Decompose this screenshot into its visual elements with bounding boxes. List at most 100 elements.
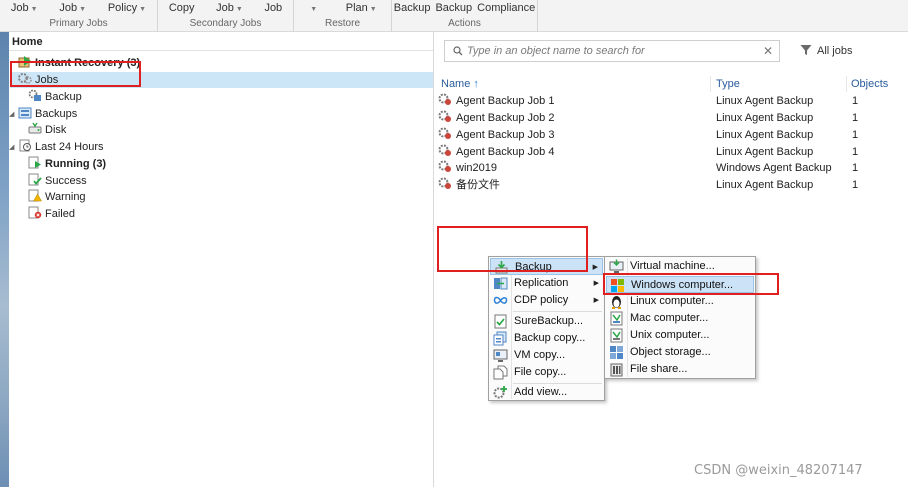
annotation-box-windows-computer — [603, 273, 779, 295]
job-type: Linux Agent Backup — [716, 146, 814, 158]
column-separator[interactable] — [710, 76, 711, 92]
mac-computer-icon — [610, 311, 623, 326]
job-objects: 1 — [852, 129, 859, 141]
menu-item-mac-computer[interactable]: Mac computer... — [606, 310, 754, 327]
menu-item-vm-copy[interactable]: VM copy... — [490, 347, 603, 364]
submenu-arrow-icon: ▶ — [593, 297, 599, 304]
menu-item-cdp-policy[interactable]: CDP policy ▶ — [490, 292, 603, 309]
submenu-arrow-icon: ▶ — [593, 280, 599, 287]
ribbon-group-primary-jobs: Job ▼ Job ▼ Policy ▼ Primary Jobs — [0, 0, 158, 32]
pane-title: Home — [12, 36, 43, 48]
tree-item-disk[interactable]: Disk — [28, 122, 66, 138]
job-objects: 1 — [852, 95, 859, 107]
job-type: Linux Agent Backup — [716, 179, 814, 191]
tree-item-backups[interactable]: Backups — [18, 106, 77, 122]
watermark: CSDN @weixin_48207147 — [694, 463, 863, 478]
job-type: Linux Agent Backup — [716, 129, 814, 141]
menu-item-backup-copy[interactable]: Backup copy... — [490, 330, 603, 347]
table-row[interactable]: Agent Backup Job 1 Linux Agent Backup 1 — [438, 93, 908, 110]
job-type: Windows Agent Backup — [716, 162, 832, 174]
surebackup-icon — [494, 314, 507, 329]
tree-item-running[interactable]: Running (3) — [28, 156, 106, 172]
menu-item-object-storage[interactable]: Object storage... — [606, 344, 754, 361]
job-name: Agent Backup Job 3 — [456, 129, 555, 141]
chevron-down-icon: ▼ — [79, 6, 87, 13]
job-objects: 1 — [852, 146, 859, 158]
job-type: Linux Agent Backup — [716, 95, 814, 107]
object-storage-icon — [610, 346, 623, 359]
tree-item-failed[interactable]: Failed — [28, 206, 75, 222]
ribbon-button-job-2[interactable]: Job ▼ — [59, 2, 86, 14]
tree-item-success[interactable]: Success — [28, 173, 87, 189]
chevron-down-icon: ▼ — [30, 6, 38, 13]
add-view-icon — [493, 386, 507, 399]
tree-item-backup[interactable]: Backup — [28, 89, 82, 105]
collapse-arrow-icon[interactable]: ◢ — [9, 110, 14, 118]
menu-item-file-share[interactable]: File share... — [606, 361, 754, 378]
last-24-hours-icon — [19, 139, 31, 152]
ribbon-button-job-3[interactable]: Job — [264, 2, 282, 14]
clear-search-icon[interactable]: ✕ — [763, 44, 773, 58]
table-row[interactable]: Agent Backup Job 2 Linux Agent Backup 1 — [438, 110, 908, 127]
menu-separator — [513, 311, 602, 312]
column-header-name[interactable]: Name ↑ — [441, 78, 479, 90]
ribbon-button-backup-2[interactable]: Backup — [435, 2, 472, 14]
menu-item-replication[interactable]: Replication ▶ — [490, 275, 603, 292]
chevron-down-icon: ▼ — [310, 6, 318, 13]
job-type: Linux Agent Backup — [716, 112, 814, 124]
annotation-box-jobs — [10, 61, 141, 87]
ribbon-button-plan[interactable]: Plan ▼ — [346, 2, 377, 14]
agent-job-icon — [438, 177, 451, 189]
ribbon-button-copy-job[interactable]: Job ▼ — [216, 2, 243, 14]
ribbon-button-job[interactable]: Job ▼ — [11, 2, 38, 14]
ribbon-group-secondary-jobs: Copy Job ▼ Job Secondary Jobs — [158, 0, 294, 32]
search-input[interactable]: Type in an object name to search for ✕ — [444, 40, 780, 62]
filter-icon — [800, 45, 812, 55]
ribbon-button-compliance[interactable]: Compliance — [477, 2, 535, 14]
menu-item-linux-computer[interactable]: Linux computer... — [606, 293, 754, 310]
search-icon — [453, 46, 463, 56]
backup-icon — [28, 89, 41, 101]
table-row[interactable]: win2019 Windows Agent Backup 1 — [438, 160, 908, 177]
backup-copy-icon — [493, 331, 507, 346]
success-icon — [28, 173, 42, 186]
column-header-type[interactable]: Type — [716, 78, 740, 90]
ribbon-group-label: Restore — [324, 18, 360, 29]
job-name: Agent Backup Job 1 — [456, 95, 555, 107]
ribbon-button-copy[interactable]: Copy — [169, 2, 195, 14]
file-copy-icon — [493, 365, 508, 380]
menu-item-surebackup[interactable]: SureBackup... — [490, 313, 603, 330]
unix-computer-icon — [610, 328, 623, 343]
menu-item-add-view[interactable]: Add view... — [490, 384, 603, 401]
table-row[interactable]: 备份文件 Linux Agent Backup 1 — [438, 177, 908, 194]
submenu-arrow-icon: ▶ — [592, 264, 598, 271]
table-row[interactable]: Agent Backup Job 4 Linux Agent Backup 1 — [438, 144, 908, 161]
divider — [9, 50, 433, 51]
ribbon-button-policy[interactable]: Policy ▼ — [108, 2, 146, 14]
tree-item-warning[interactable]: Warning — [28, 189, 86, 205]
column-header-objects[interactable]: Objects — [851, 78, 888, 90]
agent-job-icon — [438, 110, 451, 122]
job-name: 备份文件 — [456, 179, 500, 191]
menu-item-file-copy[interactable]: File copy... — [490, 364, 603, 381]
collapse-arrow-icon[interactable]: ◢ — [9, 143, 14, 151]
menu-item-unix-computer[interactable]: Unix computer... — [606, 327, 754, 344]
ribbon-group-label: Actions — [448, 18, 481, 29]
all-jobs-filter[interactable]: All jobs — [800, 44, 852, 57]
chevron-down-icon: ▼ — [139, 6, 147, 13]
column-separator[interactable] — [846, 76, 847, 92]
linux-computer-icon — [612, 296, 621, 309]
context-menu: Backup ▶ Replication ▶ CDP policy ▶ Sure… — [488, 256, 605, 401]
ribbon-button-restore[interactable]: ▼ — [308, 2, 317, 14]
search-placeholder: Type in an object name to search for — [467, 45, 645, 57]
job-name: Agent Backup Job 4 — [456, 146, 555, 158]
disk-icon — [28, 122, 42, 134]
failed-icon — [28, 206, 42, 219]
running-icon — [28, 156, 41, 169]
table-row[interactable]: Agent Backup Job 3 Linux Agent Backup 1 — [438, 127, 908, 144]
job-objects: 1 — [852, 162, 859, 174]
ribbon-button-backup[interactable]: Backup — [394, 2, 431, 14]
tree-item-last-24-hours[interactable]: Last 24 Hours — [18, 139, 103, 155]
cdp-policy-icon — [493, 296, 508, 304]
job-objects: 1 — [852, 112, 859, 124]
